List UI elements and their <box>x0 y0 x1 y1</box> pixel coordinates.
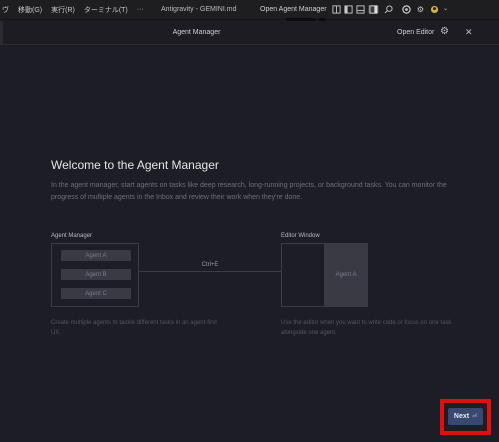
close-icon[interactable]: ✕ <box>465 27 473 37</box>
editor-window-caption: Use the editor when you want to write co… <box>281 320 452 336</box>
account-icon[interactable] <box>430 5 439 14</box>
agent-manager-header: Agent Manager Open Editor ⚙ ✕ <box>0 21 499 45</box>
editor-window-label: Editor Window <box>281 233 320 239</box>
agent-manager-label: Agent Manager <box>51 233 93 239</box>
editor-window-diagram: Agent A <box>281 243 368 307</box>
open-agent-manager-button[interactable]: Open Agent Manager <box>260 6 327 13</box>
split-icon[interactable] <box>332 5 341 14</box>
enter-key-icon: ⏎ <box>472 414 478 420</box>
menu-item-go[interactable]: 移動(G) <box>18 5 42 15</box>
agent-manager-caption: Create multiple agents to tackle differe… <box>51 320 217 336</box>
gear-icon[interactable]: ⚙ <box>440 27 449 37</box>
welcome-title: Welcome to the Agent Manager <box>51 158 219 172</box>
chevron-down-icon[interactable]: ⌄ <box>441 5 450 14</box>
extensions-icon[interactable] <box>402 5 411 14</box>
settings-icon[interactable]: ⚙ <box>416 5 425 14</box>
sidebar-right-icon[interactable] <box>368 5 379 14</box>
window-title: Antigravity - GEMINI.md <box>161 6 237 13</box>
connector-line <box>139 271 281 272</box>
open-editor-button[interactable]: Open Editor <box>397 29 434 36</box>
menu-item-run[interactable]: 実行(R) <box>51 5 75 15</box>
menu-item-more[interactable]: ··· <box>137 6 144 13</box>
sidebar-left-icon[interactable] <box>344 5 353 14</box>
panel-bottom-icon[interactable] <box>356 5 365 14</box>
page-title: Agent Manager <box>172 29 221 36</box>
menu-item-terminal[interactable]: ターミナル(T) <box>84 5 128 15</box>
next-button[interactable]: Next ⏎ <box>448 408 483 425</box>
agent-chip: Agent C <box>61 288 131 299</box>
search-icon[interactable] <box>384 5 393 14</box>
editor-agent-panel: Agent A <box>324 244 368 306</box>
menu-item-partial[interactable]: ヴ <box>2 5 9 15</box>
header-strip <box>0 21 3 45</box>
agent-chip: Agent A <box>61 250 131 261</box>
agent-manager-diagram: Agent A Agent B Agent C <box>51 243 139 307</box>
next-button-label: Next <box>453 413 470 420</box>
agent-chip: Agent B <box>61 269 131 280</box>
shortcut-label: Ctrl+E <box>201 262 219 268</box>
welcome-description: In the agent manager, start agents on ta… <box>51 182 447 201</box>
